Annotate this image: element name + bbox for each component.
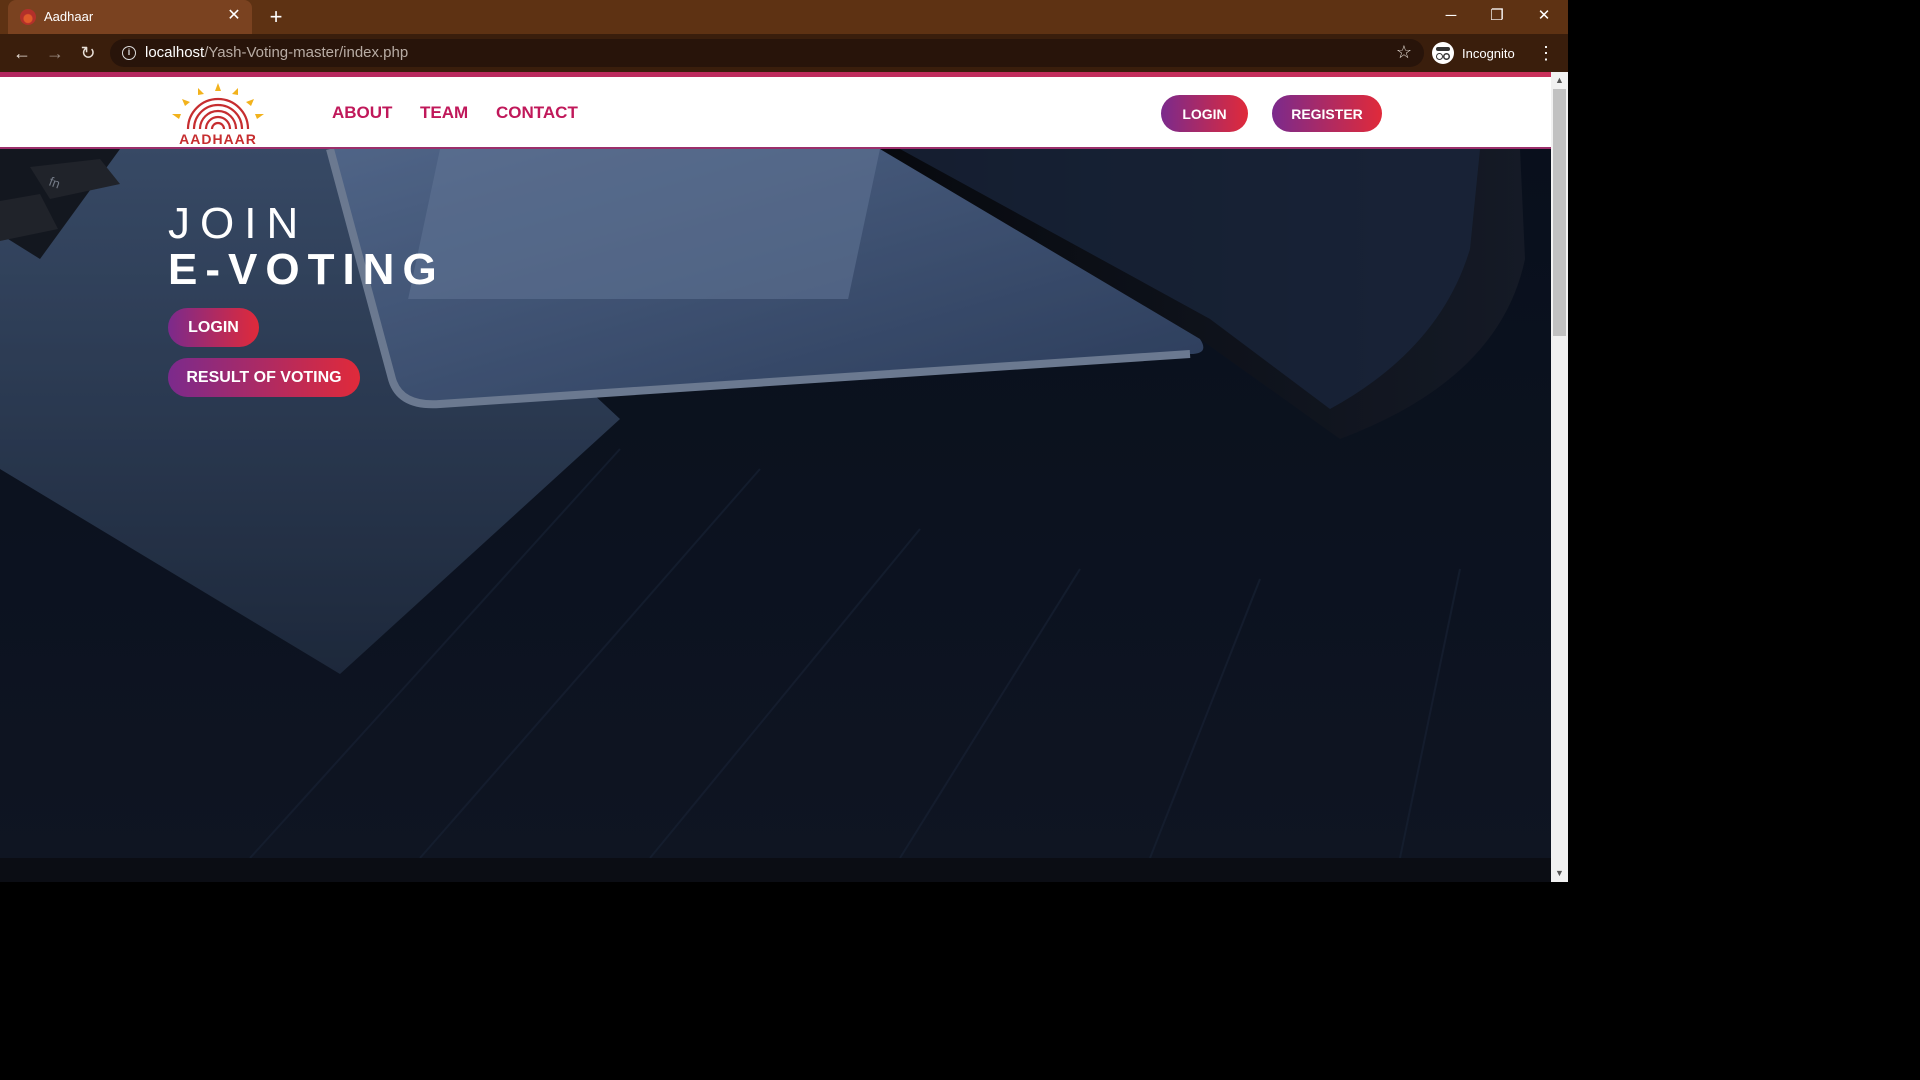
scroll-up-arrow-icon[interactable]: ▲: [1551, 72, 1568, 89]
close-tab-icon[interactable]: ✕: [224, 6, 244, 26]
header-register-button[interactable]: REGISTER: [1272, 95, 1382, 132]
browser-tab[interactable]: Aadhaar ✕: [8, 0, 252, 34]
url-path: /Yash-Voting-master/index.php: [204, 44, 409, 61]
logo-text: AADHAAR: [179, 131, 257, 147]
incognito-label: Incognito: [1462, 45, 1515, 61]
back-icon[interactable]: ←: [8, 40, 36, 66]
new-tab-button[interactable]: +: [262, 4, 290, 30]
url-text[interactable]: localhost/Yash-Voting-master/index.php: [145, 44, 408, 61]
scroll-down-arrow-icon[interactable]: ▼: [1551, 865, 1568, 882]
incognito-icon: [1432, 42, 1454, 64]
browser-titlebar: Aadhaar ✕ + ─ ❐ ✕: [0, 0, 1568, 34]
nav-link-team[interactable]: TEAM: [420, 103, 468, 123]
hero-login-button[interactable]: LOGIN: [168, 308, 259, 347]
reload-icon[interactable]: ↻: [74, 40, 102, 66]
page-scrollbar[interactable]: ▲ ▼: [1551, 72, 1568, 882]
aadhaar-sun-icon: [172, 83, 264, 130]
hero-heading-line1: JOIN: [168, 199, 309, 248]
address-bar[interactable]: i localhost/Yash-Voting-master/index.php…: [110, 39, 1424, 67]
incognito-indicator[interactable]: Incognito: [1432, 40, 1515, 66]
kebab-menu-icon[interactable]: ⋮: [1536, 40, 1556, 66]
star-icon[interactable]: ☆: [1396, 42, 1412, 63]
browser-toolbar: ← → ↻ i localhost/Yash-Voting-master/ind…: [0, 34, 1568, 72]
scroll-thumb[interactable]: [1553, 89, 1566, 336]
tab-title: Aadhaar: [44, 9, 94, 24]
result-of-voting-button[interactable]: RESULT OF VOTING: [168, 358, 360, 397]
header-login-button[interactable]: LOGIN: [1161, 95, 1248, 132]
hero-heading-line2: E-VOTING: [168, 245, 445, 294]
favicon-icon: [20, 9, 36, 25]
page-bottom-strip: [0, 858, 1551, 882]
maximize-icon[interactable]: ❐: [1474, 0, 1520, 32]
aadhaar-logo[interactable]: AADHAAR: [168, 83, 268, 147]
nav-link-contact[interactable]: CONTACT: [496, 103, 578, 123]
hero-section: fn JOIN E-VOTING LOGIN RESULT OF VOTING: [0, 149, 1551, 858]
minimize-icon[interactable]: ─: [1428, 0, 1474, 32]
close-window-icon[interactable]: ✕: [1521, 0, 1567, 32]
nav-link-about[interactable]: ABOUT: [332, 103, 392, 123]
site-navbar: AADHAAR ABOUT TEAM CONTACT LOGIN REGISTE…: [0, 77, 1551, 149]
url-host: localhost: [145, 44, 205, 61]
info-icon[interactable]: i: [122, 46, 136, 60]
page-viewport: AADHAAR ABOUT TEAM CONTACT LOGIN REGISTE…: [0, 72, 1551, 882]
forward-icon[interactable]: →: [41, 40, 69, 66]
